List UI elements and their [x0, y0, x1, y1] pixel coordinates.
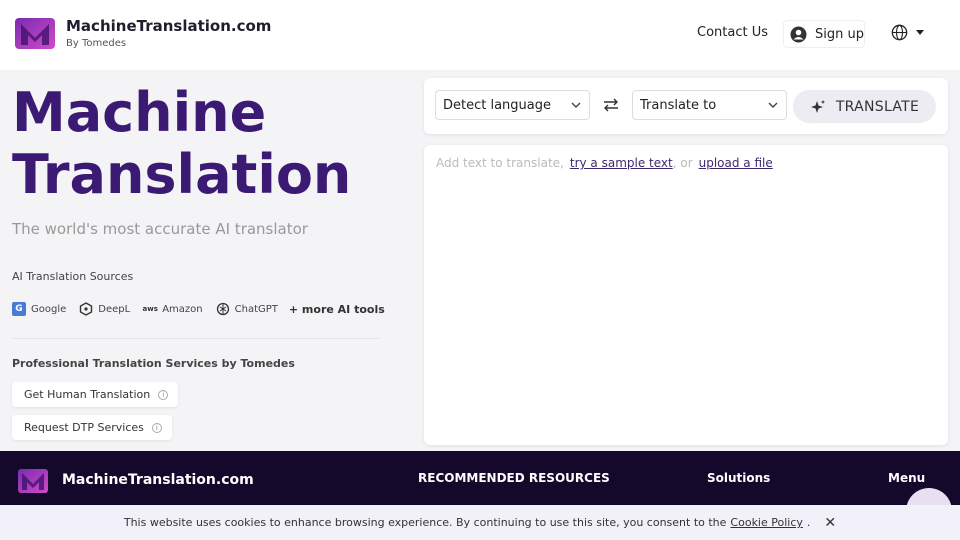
chevron-down-icon — [916, 29, 924, 35]
footer-recommended-resources[interactable]: RECOMMENDED RESOURCES — [418, 471, 610, 485]
source-chatgpt: ChatGPT — [216, 302, 278, 316]
source-google-label: Google — [31, 303, 67, 315]
amazon-icon: aws — [142, 305, 158, 313]
logo-icon[interactable] — [15, 18, 55, 49]
logo-icon[interactable] — [18, 469, 48, 493]
info-icon: i — [151, 422, 162, 433]
close-icon[interactable]: ✕ — [824, 515, 836, 531]
sign-up-button[interactable]: Sign up — [783, 20, 865, 48]
page-title-line-2: Translation — [12, 143, 352, 206]
get-human-translation-button[interactable]: Get Human Translation i — [12, 382, 179, 407]
target-language-value: Translate to — [640, 97, 717, 113]
more-ai-tools-link[interactable]: + more AI tools — [289, 303, 385, 316]
ai-sources-list: G Google DeepL aws Amazon ChatGPT + more… — [12, 302, 385, 316]
sign-up-label: Sign up — [815, 26, 864, 42]
request-dtp-services-button[interactable]: Request DTP Services i — [12, 415, 172, 440]
translator-toolbar: Detect language Translate to TRANSLATE — [424, 78, 948, 134]
source-deepl: DeepL — [79, 302, 130, 316]
cookie-banner: This website uses cookies to enhance bro… — [0, 505, 960, 540]
source-deepl-label: DeepL — [98, 303, 131, 315]
brand-name[interactable]: MachineTranslation.com — [66, 17, 271, 35]
page-subtitle: The world's most accurate AI translator — [12, 220, 308, 238]
footer-solutions[interactable]: Solutions — [707, 471, 770, 485]
language-selector[interactable] — [891, 24, 924, 41]
translate-button[interactable]: TRANSLATE — [793, 90, 936, 123]
deepl-icon — [80, 302, 93, 316]
source-language-value: Detect language — [443, 97, 552, 113]
target-language-select[interactable]: Translate to — [632, 90, 787, 120]
source-amazon: aws Amazon — [142, 302, 203, 316]
page-title-line-1: Machine — [12, 81, 267, 144]
cookie-policy-link[interactable]: Cookie Policy — [730, 516, 802, 529]
get-human-translation-label: Get Human Translation — [24, 388, 151, 401]
divider — [12, 338, 380, 339]
sources-label: AI Translation Sources — [12, 270, 134, 283]
source-google: G Google — [12, 302, 66, 316]
source-chatgpt-label: ChatGPT — [234, 303, 278, 315]
source-text-area[interactable]: Add text to translate, try a sample text… — [424, 145, 948, 445]
user-icon — [790, 26, 807, 42]
globe-icon — [891, 24, 908, 41]
brand-subtitle: By Tomedes — [66, 38, 127, 49]
page-title: Machine Translation — [12, 82, 351, 206]
cookie-text: This website uses cookies to enhance bro… — [123, 516, 727, 529]
text-area-placeholder: Add text to translate, try a sample text… — [436, 156, 773, 170]
source-amazon-label: Amazon — [162, 303, 203, 315]
contact-us-link[interactable]: Contact Us — [697, 25, 768, 40]
google-icon: G — [12, 302, 26, 316]
translate-button-label: TRANSLATE — [835, 98, 920, 115]
info-icon: i — [158, 389, 169, 400]
try-sample-text-link[interactable]: try a sample text — [570, 156, 673, 170]
placeholder-or: , or — [672, 156, 693, 170]
sparkle-icon — [810, 99, 825, 113]
upload-file-link[interactable]: upload a file — [699, 156, 773, 170]
cookie-text-end: . — [806, 516, 811, 529]
chevron-down-icon — [571, 102, 581, 108]
footer-brand[interactable]: MachineTranslation.com — [62, 472, 254, 488]
source-language-select[interactable]: Detect language — [435, 90, 590, 120]
swap-icon[interactable] — [602, 97, 620, 113]
request-dtp-services-label: Request DTP Services — [24, 421, 144, 434]
placeholder-prefix: Add text to translate, — [436, 156, 564, 170]
site-header: MachineTranslation.com By Tomedes Contac… — [0, 0, 960, 70]
chatgpt-icon — [216, 302, 229, 316]
chevron-down-icon — [768, 102, 778, 108]
pro-services-title: Professional Translation Services by Tom… — [12, 357, 295, 370]
footer-menu[interactable]: Menu — [888, 471, 925, 485]
